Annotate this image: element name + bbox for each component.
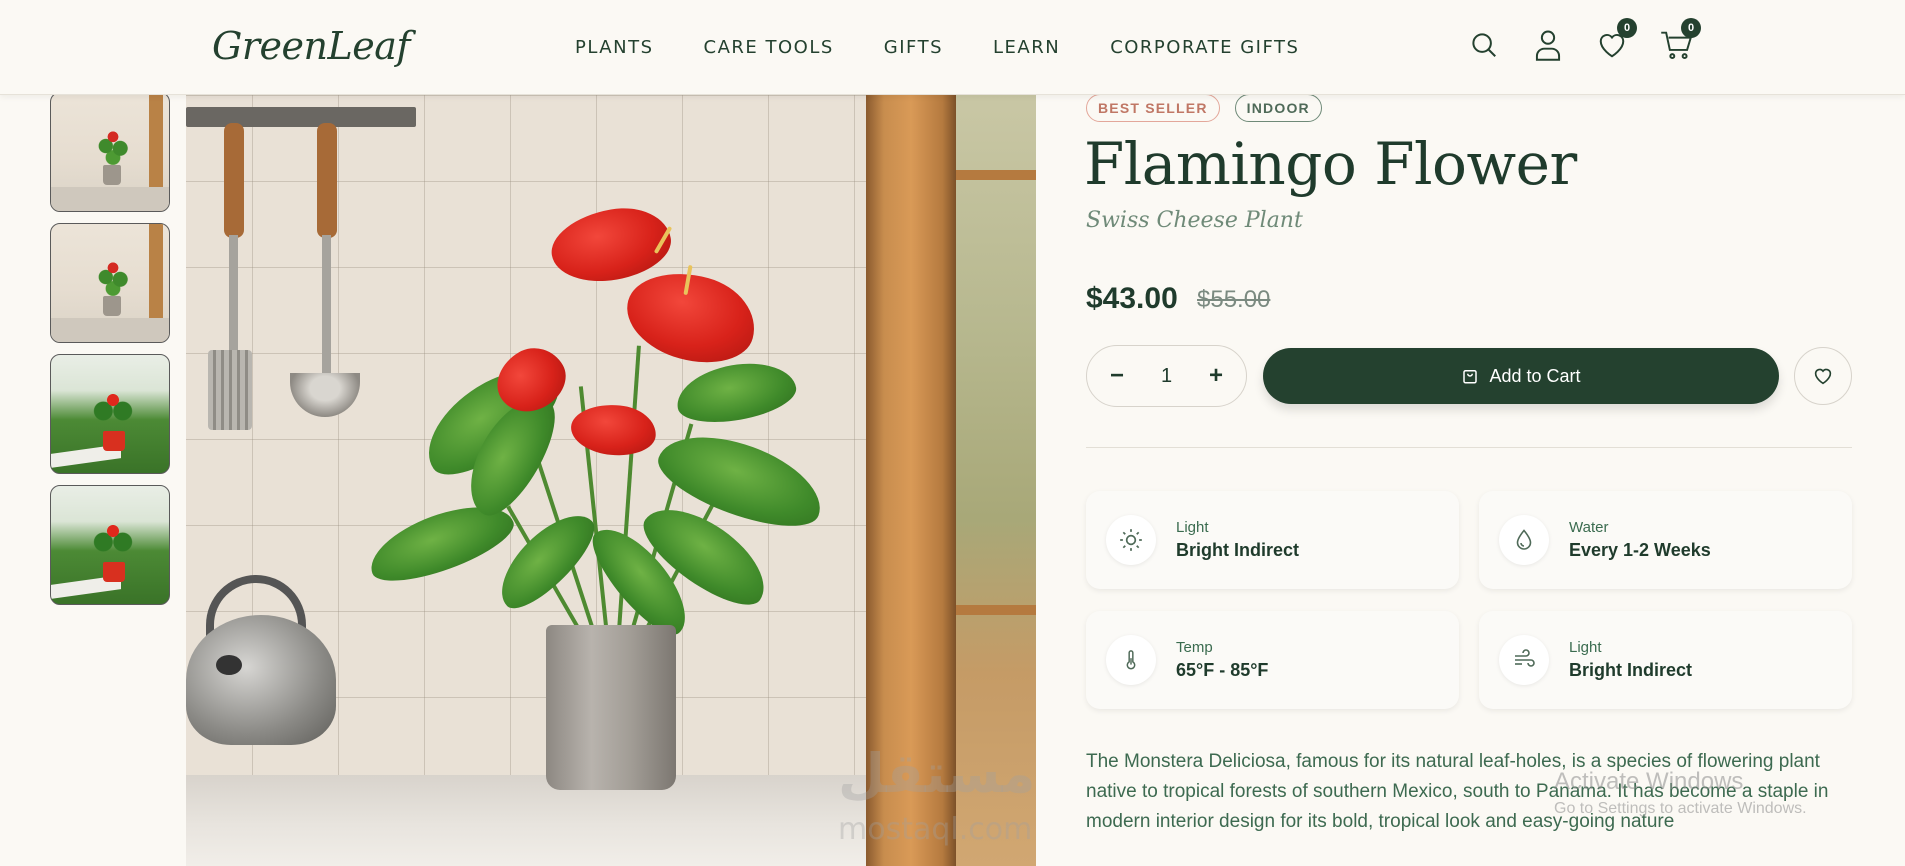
- care-label: Light: [1569, 639, 1602, 656]
- cart-count-badge: 0: [1681, 18, 1701, 38]
- nav-gifts[interactable]: GIFTS: [884, 37, 943, 58]
- wishlist-count-badge: 0: [1617, 18, 1637, 38]
- thermometer-icon: [1106, 635, 1156, 685]
- user-icon: [1535, 30, 1561, 61]
- product-old-price: $55.00: [1197, 286, 1271, 313]
- site-header: GreenLeaf PLANTS CARE TOOLS GIFTS LEARN …: [0, 0, 1905, 95]
- wind-icon: [1499, 635, 1549, 685]
- care-card-water: Water Every 1-2 Weeks: [1479, 491, 1852, 589]
- heart-icon: [1814, 368, 1832, 385]
- utensil-rail: [186, 107, 416, 127]
- spatula: [208, 350, 252, 430]
- watermark: مستقل: [838, 742, 1036, 805]
- utensil-handle: [317, 123, 337, 238]
- logo[interactable]: GreenLeaf: [212, 24, 410, 68]
- kettle-knob: [216, 655, 242, 675]
- care-label: Water: [1569, 519, 1609, 536]
- cart-button[interactable]: 0: [1659, 18, 1701, 62]
- care-card-airflow: Light Bright Indirect: [1479, 611, 1852, 709]
- add-to-wishlist-button[interactable]: [1794, 347, 1852, 405]
- activate-windows-subtitle: Go to Settings to activate Windows.: [1554, 800, 1807, 817]
- thumb-pot: [103, 165, 121, 185]
- thumbnail-gallery: [50, 92, 170, 605]
- decrement-button[interactable]: −: [1105, 362, 1129, 390]
- kettle: [186, 615, 336, 745]
- activate-windows-title: Activate Windows: [1554, 768, 1744, 795]
- divider: [1086, 447, 1852, 448]
- product-title: Flamingo Flower: [1084, 130, 1577, 198]
- header-icons: 0 0: [1467, 18, 1701, 62]
- search-icon: [1472, 33, 1496, 57]
- quantity-value[interactable]: 1: [1161, 365, 1172, 388]
- thumbnail-4[interactable]: [50, 485, 170, 605]
- thumbnail-3[interactable]: [50, 354, 170, 474]
- nav-corporate-gifts[interactable]: CORPORATE GIFTS: [1110, 37, 1299, 58]
- increment-button[interactable]: +: [1204, 362, 1228, 390]
- thumbnail-1[interactable]: [50, 92, 170, 212]
- care-label: Temp: [1176, 639, 1213, 656]
- care-card-light: Light Bright Indirect: [1086, 491, 1459, 589]
- care-value: Every 1-2 Weeks: [1569, 540, 1711, 560]
- utensil-handle: [224, 123, 244, 238]
- nav-plants[interactable]: PLANTS: [575, 37, 654, 58]
- utensil-shaft: [322, 235, 331, 380]
- care-value: Bright Indirect: [1569, 660, 1693, 680]
- thumb-pot: [103, 562, 125, 582]
- care-value: Bright Indirect: [1176, 540, 1300, 560]
- care-card-temp: Temp 65°F - 85°F: [1086, 611, 1459, 709]
- main-nav: PLANTS CARE TOOLS GIFTS LEARN CORPORATE …: [575, 37, 1299, 58]
- nav-learn[interactable]: LEARN: [993, 37, 1060, 58]
- wishlist-button[interactable]: 0: [1595, 18, 1637, 62]
- care-label: Light: [1176, 519, 1209, 536]
- tag-indoor: INDOOR: [1234, 94, 1322, 122]
- thumb-counter: [51, 187, 169, 211]
- product-subtitle: Swiss Cheese Plant: [1086, 208, 1303, 233]
- care-value: 65°F - 85°F: [1176, 660, 1269, 680]
- product-price: $43.00: [1086, 282, 1178, 315]
- counter-top: [186, 775, 866, 866]
- thumb-pot: [103, 431, 125, 451]
- thumb-counter: [51, 318, 169, 342]
- thumbnail-2[interactable]: [50, 223, 170, 343]
- account-button[interactable]: [1531, 28, 1565, 62]
- window-bar: [956, 605, 1036, 615]
- thumb-plant: [95, 123, 131, 169]
- thumb-plant: [95, 254, 131, 300]
- thumb-plant: [91, 385, 135, 435]
- thumb-pot: [103, 296, 121, 316]
- sun-icon: [1106, 515, 1156, 565]
- watermark-url: mostaql.com: [838, 812, 1033, 847]
- add-to-cart-label: Add to Cart: [1489, 365, 1581, 386]
- tag-best-seller: BEST SELLER: [1086, 94, 1220, 122]
- add-to-cart-button[interactable]: Add to Cart: [1263, 348, 1779, 404]
- search-button[interactable]: [1467, 28, 1501, 62]
- plant-pot: [546, 625, 676, 790]
- utensil-shaft: [229, 235, 238, 355]
- nav-care-tools[interactable]: CARE TOOLS: [704, 37, 834, 58]
- product-tags: BEST SELLER INDOOR: [1086, 94, 1322, 122]
- thumb-plant: [91, 516, 135, 566]
- water-drop-icon: [1499, 515, 1549, 565]
- quantity-stepper: − 1 +: [1086, 345, 1247, 407]
- window-bar: [956, 170, 1036, 180]
- shopping-bag-icon: [1463, 370, 1478, 384]
